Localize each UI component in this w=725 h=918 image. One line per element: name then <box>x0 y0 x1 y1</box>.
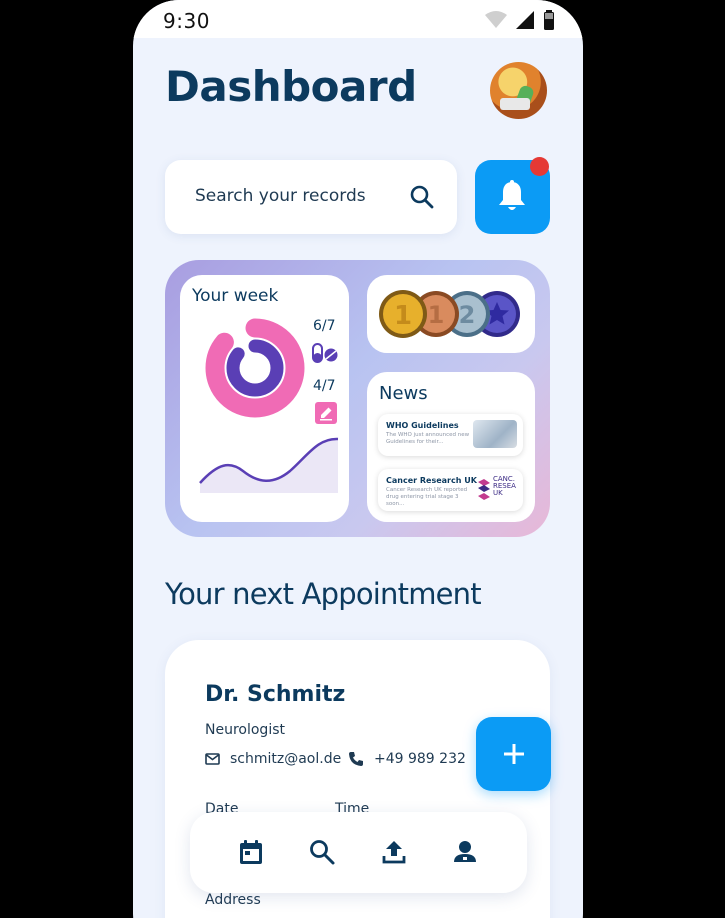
doctor-phone-text: +49 989 232 <box>374 751 466 767</box>
phone-icon <box>349 752 363 766</box>
status-icons <box>485 10 555 30</box>
plus-icon <box>504 744 524 764</box>
svg-text:1: 1 <box>428 301 445 329</box>
calendar-icon[interactable] <box>237 838 265 866</box>
medication-stat: 6/7 <box>313 318 336 334</box>
mail-icon <box>205 753 220 765</box>
search-icon[interactable] <box>409 184 435 210</box>
search-icon[interactable] <box>308 838 336 866</box>
search-input[interactable]: Search your records <box>165 160 457 234</box>
upload-icon[interactable] <box>380 838 408 866</box>
medals-icon: 2 1 1 <box>379 290 520 338</box>
battery-icon <box>544 10 554 30</box>
notes-stat: 4/7 <box>313 378 336 394</box>
address-label: Address <box>205 892 261 908</box>
doctor-specialty: Neurologist <box>205 722 285 738</box>
add-button[interactable] <box>476 717 551 791</box>
doctor-name: Dr. Schmitz <box>205 682 346 707</box>
status-time: 9:30 <box>163 9 210 33</box>
search-placeholder: Search your records <box>195 186 366 206</box>
edit-icon <box>315 402 337 424</box>
svg-text:2: 2 <box>459 301 476 329</box>
bell-icon <box>499 180 525 210</box>
news-card[interactable]: News WHO Guidelines The WHO just announc… <box>367 372 535 522</box>
news-item[interactable]: WHO Guidelines The WHO just announced ne… <box>378 414 523 456</box>
cancer-research-logo-icon <box>478 479 490 500</box>
avatar[interactable] <box>490 62 547 119</box>
your-week-title: Your week <box>192 286 279 306</box>
news-source-logo-text: CANC. RESEA UK <box>493 475 516 497</box>
cellular-icon <box>516 11 534 29</box>
trend-line-chart <box>199 437 339 493</box>
page-title: Dashboard <box>165 62 417 111</box>
doctor-email-text: schmitz@aol.de <box>230 751 342 767</box>
news-snippet: Cancer Research UK reported drug enterin… <box>386 487 468 507</box>
news-item[interactable]: Cancer Research UK Cancer Research UK re… <box>378 469 523 511</box>
news-thumbnail <box>473 420 517 448</box>
doctor-email[interactable]: schmitz@aol.de <box>205 751 341 767</box>
notification-badge <box>530 157 549 176</box>
pills-icon <box>312 343 338 363</box>
news-headline: Cancer Research UK <box>386 476 477 485</box>
news-headline: WHO Guidelines <box>386 421 459 430</box>
news-title: News <box>379 383 428 404</box>
profile-icon[interactable] <box>451 838 479 866</box>
svg-text:1: 1 <box>394 301 412 331</box>
status-bar: 9:30 <box>133 0 583 38</box>
your-week-card[interactable]: Your week 6/7 4/7 <box>180 275 349 522</box>
wifi-icon <box>485 11 507 28</box>
doctor-phone[interactable]: +49 989 232 <box>348 751 466 767</box>
weekly-progress-donut <box>205 318 305 418</box>
bottom-nav <box>190 812 527 893</box>
appointment-heading: Your next Appointment <box>165 577 482 611</box>
news-snippet: The WHO just announced new Guidelines fo… <box>386 432 470 445</box>
achievements-card[interactable]: 2 1 1 <box>367 275 535 353</box>
